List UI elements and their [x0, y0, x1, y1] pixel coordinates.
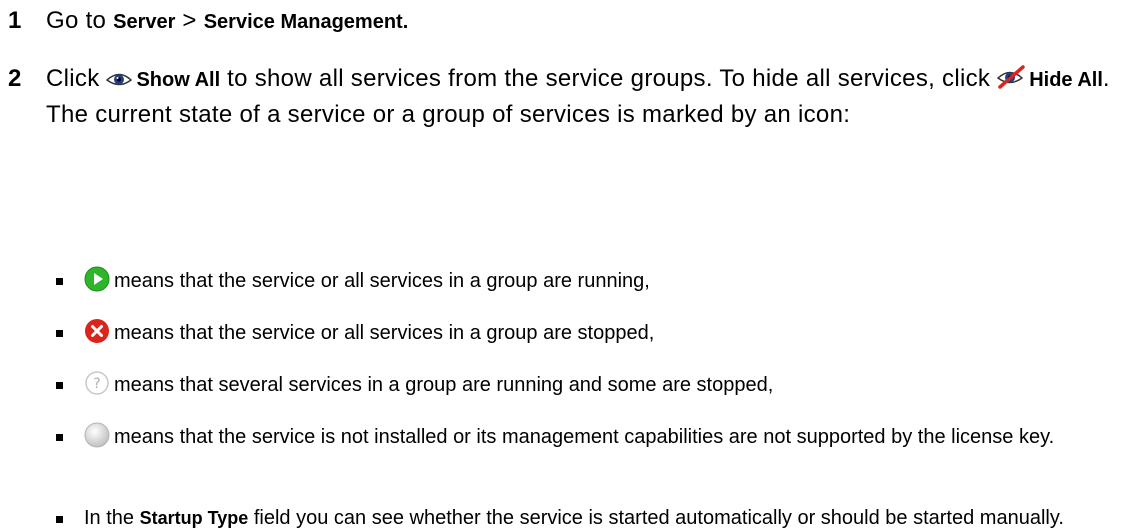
gray-circle-icon [84, 422, 110, 456]
crossed-eye-icon [997, 65, 1025, 98]
bullet-marker [56, 382, 63, 389]
bullet-marker [56, 330, 63, 337]
svg-text:?: ? [93, 376, 100, 392]
list-item-text: In the Startup Type field you can see wh… [84, 504, 1124, 532]
step-text-part: to show all services from the service gr… [220, 65, 998, 92]
step-number: 2 [8, 65, 22, 92]
server-menu-label: Server [113, 11, 176, 33]
show-all-label: Show All [136, 69, 221, 91]
mixed-description: means that several services in a group a… [114, 374, 774, 396]
red-x-icon [84, 318, 110, 352]
startup-text-part: field you can see whether the service is… [248, 507, 1064, 529]
bullet-marker [56, 278, 63, 285]
list-item-text: means that the service or all services i… [84, 318, 1124, 352]
step-text: Click Show All to show all services from… [46, 62, 1116, 131]
step-number: 1 [8, 7, 22, 34]
bullet-marker [56, 434, 63, 441]
step-text-part: Go to [46, 7, 114, 34]
list-item-text: means that the service is not installed … [84, 422, 1124, 456]
startup-text-part: In the [84, 507, 140, 529]
not-installed-description: means that the service is not installed … [114, 426, 1055, 448]
green-play-icon [84, 266, 110, 300]
menu-separator: > [175, 7, 204, 34]
list-item-text: means that the service or all services i… [84, 266, 1124, 300]
startup-type-field-label: Startup Type [139, 508, 249, 528]
list-item-text: ? means that several services in a group … [84, 370, 1124, 404]
stopped-description: means that the service or all services i… [114, 322, 655, 344]
step-text-part: Click [46, 65, 107, 92]
help-page: 1 Go to Server > Service Management. 2 C… [0, 0, 1143, 529]
step-text: Go to Server > Service Management. [46, 4, 1116, 39]
bullet-marker [56, 516, 63, 523]
question-icon: ? [84, 370, 110, 404]
service-management-menu-label: Service Management. [203, 11, 409, 33]
eye-icon [106, 65, 133, 98]
running-description: means that the service or all services i… [114, 270, 650, 292]
hide-all-label: Hide All [1029, 69, 1103, 91]
